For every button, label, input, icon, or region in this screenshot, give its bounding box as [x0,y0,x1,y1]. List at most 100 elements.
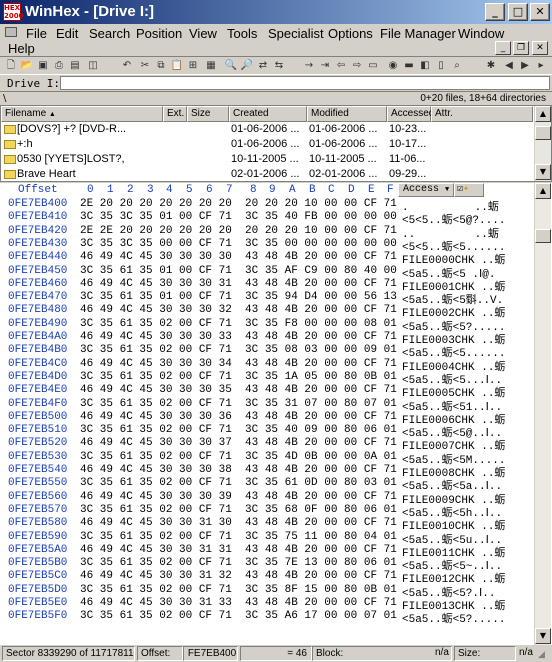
row-bytes[interactable]: 46 49 4C 45 30 30 30 30 43 48 4B 20 00 0… [80,251,397,263]
row-bytes[interactable]: 46 49 4C 45 30 30 30 33 43 48 4B 20 00 0… [80,331,397,343]
row-bytes[interactable]: 46 49 4C 45 30 30 30 37 43 48 4B 20 00 0… [80,437,397,449]
menu-specialist[interactable]: Specialist [268,26,324,41]
row-bytes[interactable]: 3C 35 61 35 01 00 CF 71 3C 35 94 D4 00 0… [80,291,397,303]
hex-row[interactable]: 0FE7EB4A0 46 49 4C 45 30 30 30 33 43 48 4… [0,331,534,347]
menu-options[interactable]: Options [328,26,373,41]
write-binary-icon[interactable]: ⊞ [186,59,200,73]
row-bytes[interactable]: 3C 35 61 35 02 00 CF 71 3C 35 1A 05 00 8… [80,371,397,383]
hex-row[interactable]: 0FE7EB400 2E 20 20 20 20 20 20 20 20 20 2… [0,198,534,214]
bookmark-toggle[interactable]: ☑✦ [454,183,484,197]
row-bytes[interactable]: 46 49 4C 45 30 30 31 31 43 48 4B 20 00 0… [80,544,397,556]
hex-row[interactable]: 0FE7EB540 46 49 4C 45 30 30 30 38 43 48 4… [0,464,534,480]
file-list-scrollbar[interactable]: ▲ ▼ [534,106,551,181]
row-bytes[interactable]: 3C 35 61 35 02 00 CF 71 3C 35 75 11 00 8… [80,531,397,543]
row-bytes[interactable]: 46 49 4C 45 30 30 30 36 43 48 4B 20 00 0… [80,411,397,423]
menu-view[interactable]: View [189,26,217,41]
row-bytes[interactable]: 46 49 4C 45 30 30 30 35 43 48 4B 20 00 0… [80,384,397,396]
hex-scroll-thumb[interactable] [535,229,551,243]
mdi-close-button[interactable]: ✕ [532,41,548,55]
row-bytes[interactable]: 3C 35 61 35 02 00 CF 71 3C 35 40 09 00 8… [80,424,397,436]
hex-row[interactable]: 0FE7EB4E0 46 49 4C 45 30 30 30 35 43 48 4… [0,384,534,400]
hex-row[interactable]: 0FE7EB520 46 49 4C 45 30 30 30 37 43 48 4… [0,437,534,453]
hex-row[interactable]: 0FE7EB4F0 3C 35 61 35 02 00 CF 71 3C 35 3… [0,398,534,414]
menu-tools[interactable]: Tools [227,26,257,41]
hex-row[interactable]: 0FE7EB450 3C 35 61 35 01 00 CF 71 3C 35 A… [0,265,534,281]
menu-file[interactable]: File [26,26,47,41]
open-folder-icon[interactable]: 📂 [20,59,34,73]
hex-row[interactable]: 0FE7EB410 3C 35 3C 35 01 00 CF 71 3C 35 4… [0,211,534,227]
hex-row[interactable]: 0FE7EB5B0 3C 35 61 35 02 00 CF 71 3C 35 7… [0,557,534,573]
menu-edit[interactable]: Edit [56,26,78,41]
row-bytes[interactable]: 3C 35 61 35 02 00 CF 71 3C 35 68 0F 00 8… [80,504,397,516]
row-bytes[interactable]: 3C 35 61 35 02 00 CF 71 3C 35 F8 00 00 0… [80,318,397,330]
file-row[interactable]: [DOVS?] +? [DVD-R... 01-06-2006 ... 01-0… [1,122,533,137]
menu-window[interactable]: Window [458,26,504,41]
hex-row[interactable]: 0FE7EB460 46 49 4C 45 30 30 30 31 43 48 4… [0,278,534,294]
find-text-icon[interactable]: 🔍 [224,59,238,73]
menu-search[interactable]: Search [89,26,130,41]
row-bytes[interactable]: 2E 20 20 20 20 20 20 20 20 20 20 10 00 0… [80,198,397,210]
minimize-button[interactable]: _ [485,3,505,21]
hex-row[interactable]: 0FE7EB500 46 49 4C 45 30 30 30 36 43 48 4… [0,411,534,427]
row-bytes[interactable]: 46 49 4C 45 30 30 31 30 43 48 4B 20 00 0… [80,517,397,529]
hex-row[interactable]: 0FE7EB5C0 46 49 4C 45 30 30 31 32 43 48 4… [0,570,534,586]
row-bytes[interactable]: 2E 2E 20 20 20 20 20 20 20 20 20 10 00 0… [80,225,397,237]
column-modified[interactable]: Modified [307,106,387,122]
print-icon[interactable]: ⎙ [52,59,66,73]
column-attr[interactable]: Attr. [431,106,533,122]
hex-row[interactable]: 0FE7EB4D0 3C 35 61 35 02 00 CF 71 3C 35 1… [0,371,534,387]
hex-scroll-down-button[interactable]: ▼ [535,628,551,644]
row-bytes[interactable]: 3C 35 61 35 02 00 CF 71 3C 35 4D 0B 00 0… [80,451,397,463]
next-icon[interactable]: ▶ [518,59,532,73]
row-bytes[interactable]: 3C 35 61 35 02 00 CF 71 3C 35 31 07 00 8… [80,398,397,410]
hex-row[interactable]: 0FE7EB550 3C 35 61 35 02 00 CF 71 3C 35 6… [0,477,534,493]
hex-row[interactable]: 0FE7EB590 3C 35 61 35 02 00 CF 71 3C 35 7… [0,531,534,547]
hex-row[interactable]: 0FE7EB490 3C 35 61 35 02 00 CF 71 3C 35 F… [0,318,534,334]
inspector-icon[interactable]: ⌕ [450,59,464,73]
row-bytes[interactable]: 3C 35 3C 35 00 00 CF 71 3C 35 00 00 00 0… [80,238,397,250]
fill-icon[interactable]: ▦ [204,59,218,73]
winhex-app-icon[interactable]: HEX 2000 [3,3,23,21]
resize-grip-icon[interactable]: ◢ [538,649,545,660]
replace-text-icon[interactable]: ⇄ [256,59,270,73]
disk-tools-icon[interactable]: ◉ [386,59,400,73]
row-bytes[interactable]: 3C 35 61 35 01 00 CF 71 3C 35 AF C9 00 8… [80,265,397,277]
drive-icon[interactable]: ▬ [402,59,416,73]
hex-row[interactable]: 0FE7EB510 3C 35 61 35 02 00 CF 71 3C 35 4… [0,424,534,440]
title-bar[interactable]: HEX 2000 WinHex - [Drive I:] _ □ ✕ [0,0,552,24]
tools-icon[interactable]: ✱ [484,59,498,73]
hex-scrollbar[interactable]: ▲ ▼ [534,183,551,645]
replace-hex-icon[interactable]: ⇆ [272,59,286,73]
row-bytes[interactable]: 46 49 4C 45 30 30 31 32 43 48 4B 20 00 0… [80,570,397,582]
row-ascii[interactable]: <5a5..蛎<5?..... [402,610,505,626]
calculator-icon[interactable]: ▯ [434,59,448,73]
hex-scroll-up-button[interactable]: ▲ [535,183,551,199]
column-ext[interactable]: Ext. [163,106,187,122]
column-size[interactable]: Size [187,106,229,122]
row-bytes[interactable]: 3C 35 61 35 02 00 CF 71 3C 35 61 0D 00 8… [80,477,397,489]
row-bytes[interactable]: 46 49 4C 45 30 30 30 38 43 48 4B 20 00 0… [80,464,397,476]
hex-row[interactable]: 0FE7EB430 3C 35 3C 35 00 00 CF 71 3C 35 0… [0,238,534,254]
undo-icon[interactable]: ↶ [120,59,134,73]
mdi-restore-button[interactable]: ❐ [513,41,529,55]
hex-row[interactable]: 0FE7EB4C0 46 49 4C 45 30 30 30 34 43 48 4… [0,358,534,374]
cut-icon[interactable]: ✂ [138,59,152,73]
hex-row[interactable]: 0FE7EB5D0 3C 35 61 35 02 00 CF 71 3C 35 8… [0,584,534,600]
row-bytes[interactable]: 3C 35 61 35 02 00 CF 71 3C 35 8F 15 00 8… [80,584,397,596]
previous-icon[interactable]: ◀ [502,59,516,73]
access-dropdown[interactable]: Access ▼ [398,183,454,197]
options-icon[interactable]: ▸ [534,59,548,73]
back-icon[interactable]: ⇦ [334,59,348,73]
forward-icon[interactable]: ⇨ [350,59,364,73]
scroll-up-button[interactable]: ▲ [535,106,551,122]
row-bytes[interactable]: 3C 35 61 35 02 00 CF 71 3C 35 A6 17 00 0… [80,610,397,622]
close-button[interactable]: ✕ [530,3,550,21]
hex-editor[interactable]: Offset 0 1 2 3 4 5 6 7 8 9 A B C D E F A… [0,183,552,645]
column-filename[interactable]: Filename ▲ [1,106,163,122]
row-bytes[interactable]: 3C 35 61 35 02 00 CF 71 3C 35 08 03 00 0… [80,344,397,356]
file-row[interactable]: +:h 01-06-2006 ... 01-06-2006 ... 10-17.… [1,137,533,152]
hex-row[interactable]: 0FE7EB470 3C 35 61 35 01 00 CF 71 3C 35 9… [0,291,534,307]
hex-row[interactable]: 0FE7EB5A0 46 49 4C 45 30 30 31 31 43 48 4… [0,544,534,560]
column-accessed[interactable]: Accessed [387,106,434,122]
hex-row[interactable]: 0FE7EB570 3C 35 61 35 02 00 CF 71 3C 35 6… [0,504,534,520]
